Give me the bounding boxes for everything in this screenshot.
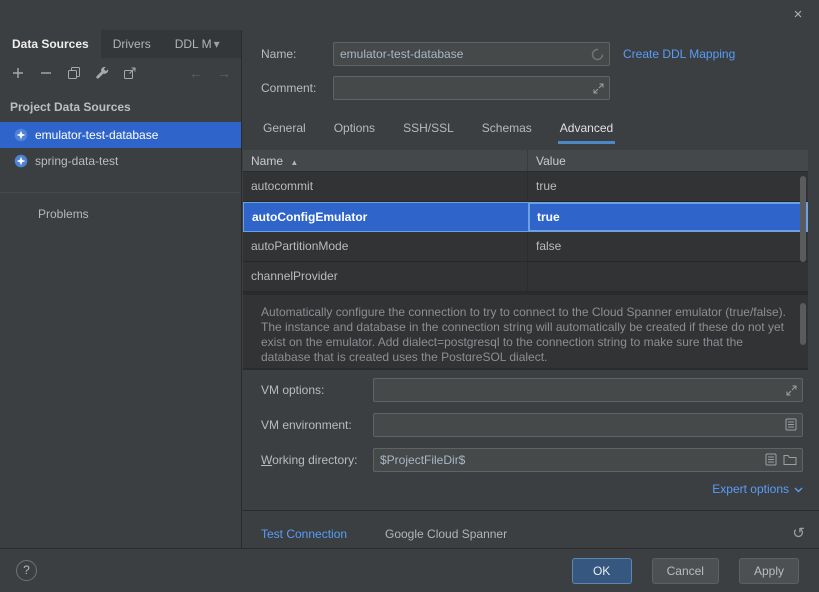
tab-data-sources[interactable]: Data Sources bbox=[0, 30, 101, 58]
database-icon bbox=[13, 154, 28, 169]
data-sources-dialog: × Data Sources Drivers DDL M ▾ bbox=[0, 0, 819, 592]
vm-environment-label: VM environment: bbox=[261, 413, 352, 437]
sidebar: Data Sources Drivers DDL M ▾ bbox=[0, 30, 242, 548]
sort-asc-icon: ▲ bbox=[290, 158, 298, 167]
apply-button[interactable]: Apply bbox=[739, 558, 799, 584]
tab-general[interactable]: General bbox=[261, 116, 308, 144]
tab-schemas[interactable]: Schemas bbox=[480, 116, 534, 144]
list-icon[interactable] bbox=[785, 418, 797, 431]
property-value-cell bbox=[528, 262, 808, 291]
add-button[interactable] bbox=[10, 66, 25, 81]
problems-item[interactable]: Problems bbox=[0, 193, 241, 221]
open-ddl-icon[interactable] bbox=[122, 66, 137, 81]
description-scrollbar[interactable] bbox=[800, 303, 806, 345]
title-bar: × bbox=[0, 0, 819, 30]
database-icon bbox=[13, 128, 28, 143]
column-header-value[interactable]: Value bbox=[528, 150, 808, 171]
tab-ddl-mappings[interactable]: DDL M bbox=[163, 30, 212, 58]
table-row[interactable]: autoPartitionMode false bbox=[243, 232, 808, 262]
test-connection-link[interactable]: Test Connection bbox=[261, 522, 347, 546]
comment-input[interactable] bbox=[333, 76, 610, 100]
table-scrollbar[interactable] bbox=[800, 176, 806, 262]
settings-tabs: General Options SSH/SSL Schemas Advanced bbox=[261, 116, 615, 144]
footer-buttons: OK Cancel Apply bbox=[572, 558, 799, 584]
vm-environment-input[interactable] bbox=[373, 413, 803, 437]
advanced-properties-table: Name ▲ Value autocommit true autoConfigE… bbox=[243, 150, 808, 292]
data-source-label: emulator-test-database bbox=[35, 128, 158, 142]
back-arrow-icon[interactable]: ← bbox=[189, 65, 203, 81]
property-name-cell: autoConfigEmulator bbox=[244, 203, 529, 231]
project-data-sources-title: Project Data Sources bbox=[0, 88, 241, 122]
driver-name: Google Cloud Spanner bbox=[385, 522, 507, 546]
vm-options-field-wrap bbox=[373, 378, 803, 402]
name-input[interactable] bbox=[333, 42, 610, 66]
table-row[interactable]: channelProvider bbox=[243, 262, 808, 292]
folder-icon[interactable] bbox=[783, 454, 797, 466]
property-value-cell: false bbox=[528, 232, 808, 261]
expand-icon[interactable] bbox=[593, 83, 604, 94]
property-value-cell: true bbox=[529, 203, 807, 231]
expand-icon[interactable] bbox=[786, 385, 797, 396]
vm-options-input[interactable] bbox=[373, 378, 803, 402]
table-header: Name ▲ Value bbox=[243, 150, 808, 172]
name-field-wrap bbox=[333, 42, 610, 66]
ok-button[interactable]: OK bbox=[572, 558, 632, 584]
working-directory-input[interactable] bbox=[373, 448, 803, 472]
property-description: Automatically configure the connection t… bbox=[261, 305, 794, 361]
cancel-button[interactable]: Cancel bbox=[652, 558, 719, 584]
expert-options-link[interactable]: Expert options bbox=[712, 482, 803, 496]
working-directory-field-wrap bbox=[373, 448, 803, 472]
data-source-label: spring-data-test bbox=[35, 154, 118, 168]
vm-options-label: VM options: bbox=[261, 378, 324, 402]
vm-environment-field-wrap bbox=[373, 413, 803, 437]
forward-arrow-icon[interactable]: → bbox=[217, 65, 231, 81]
tab-ssh-ssl[interactable]: SSH/SSL bbox=[401, 116, 456, 144]
column-header-name[interactable]: Name ▲ bbox=[243, 150, 528, 171]
history-nav: ← → bbox=[189, 65, 231, 81]
list-icon[interactable] bbox=[765, 453, 777, 466]
sidebar-toolbar: ← → bbox=[0, 58, 241, 88]
sidebar-item-spring-data-test[interactable]: spring-data-test bbox=[0, 148, 241, 174]
duplicate-button[interactable] bbox=[66, 66, 81, 81]
sidebar-tabbar: Data Sources Drivers DDL M ▾ bbox=[0, 30, 241, 58]
property-name-cell: autocommit bbox=[243, 172, 528, 201]
property-name-cell: channelProvider bbox=[243, 262, 528, 291]
divider bbox=[243, 368, 808, 370]
loading-icon bbox=[591, 48, 604, 61]
sidebar-item-emulator-test-database[interactable]: emulator-test-database bbox=[0, 122, 241, 148]
main-panel: Name: Create DDL Mapping Comment: Genera… bbox=[243, 30, 819, 548]
close-icon: × bbox=[794, 6, 803, 23]
footer: ? OK Cancel Apply bbox=[0, 548, 819, 592]
table-row[interactable]: autocommit true bbox=[243, 172, 808, 202]
create-ddl-mapping-link[interactable]: Create DDL Mapping bbox=[623, 42, 735, 66]
wrench-icon[interactable] bbox=[94, 66, 109, 81]
tab-advanced[interactable]: Advanced bbox=[558, 116, 615, 144]
chevron-down-icon bbox=[794, 482, 803, 496]
question-icon: ? bbox=[23, 563, 30, 577]
tab-options[interactable]: Options bbox=[332, 116, 377, 144]
table-row[interactable]: autoConfigEmulator true bbox=[243, 202, 808, 232]
comment-field-wrap bbox=[333, 76, 610, 100]
close-button[interactable]: × bbox=[789, 6, 807, 24]
name-label: Name: bbox=[261, 42, 296, 66]
comment-label: Comment: bbox=[261, 76, 316, 100]
working-directory-label: Working directory: bbox=[261, 448, 357, 472]
property-value-cell: true bbox=[528, 172, 808, 201]
remove-button[interactable] bbox=[38, 66, 53, 81]
revert-icon[interactable]: ↺ bbox=[792, 522, 805, 546]
chevron-down-icon[interactable]: ▾ bbox=[212, 30, 226, 58]
tab-drivers[interactable]: Drivers bbox=[101, 30, 163, 58]
property-description-area: Automatically configure the connection t… bbox=[243, 295, 808, 368]
divider bbox=[243, 510, 819, 511]
help-button[interactable]: ? bbox=[16, 560, 37, 581]
property-name-cell: autoPartitionMode bbox=[243, 232, 528, 261]
